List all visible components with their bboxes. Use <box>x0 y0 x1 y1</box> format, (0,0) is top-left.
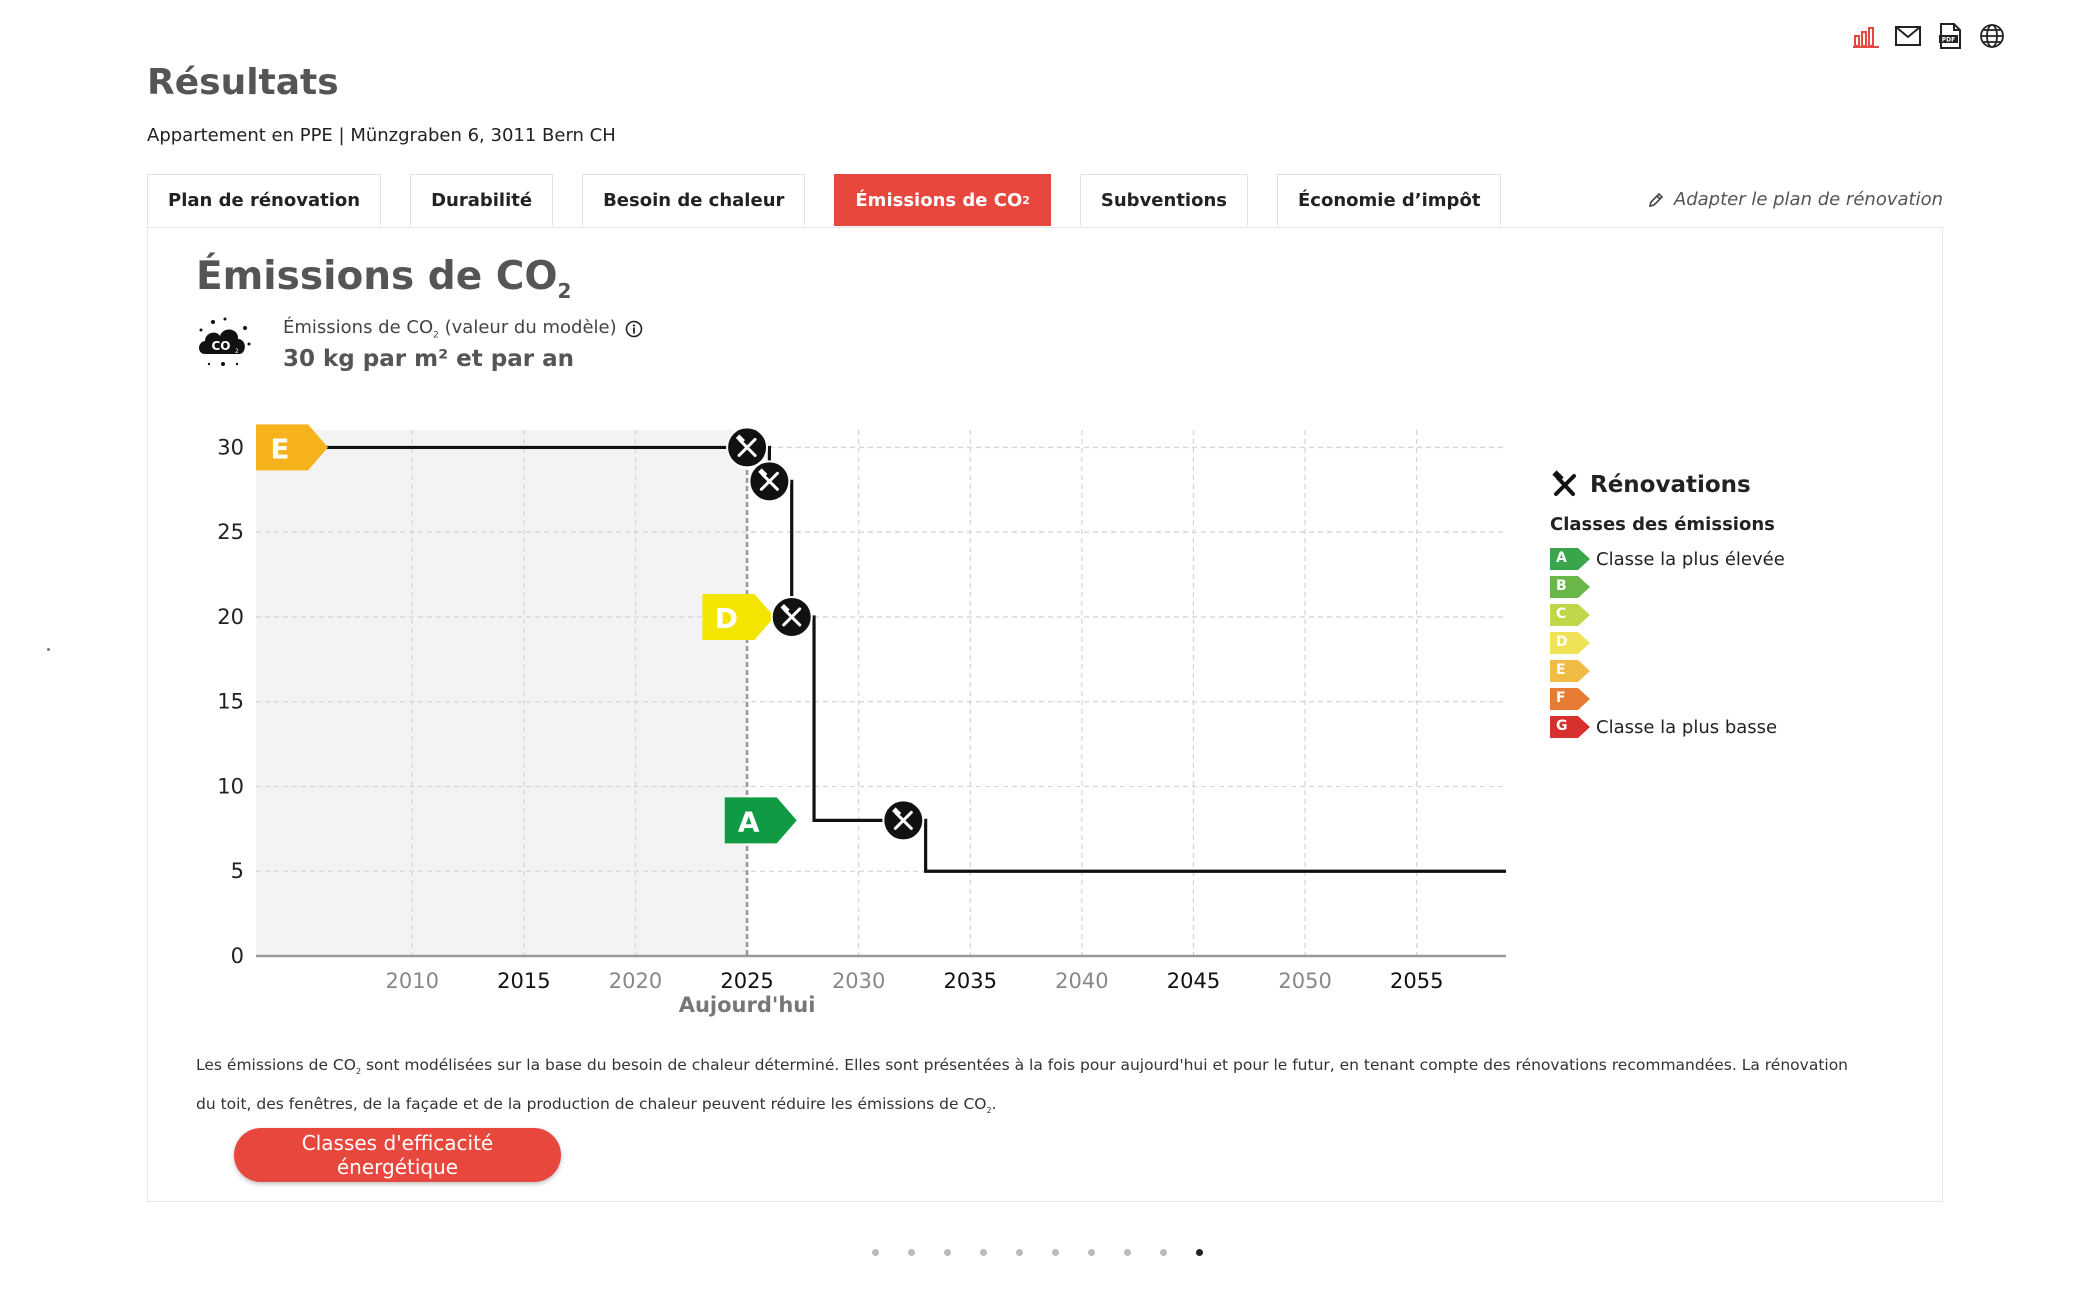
y-tick-label: 5 <box>231 859 244 883</box>
pagination-dot[interactable] <box>980 1249 987 1256</box>
pagination-dot[interactable] <box>1052 1249 1059 1256</box>
legend-class-arrow: B <box>1550 576 1590 598</box>
legend-class-f: F <box>1550 685 1850 713</box>
pagination-dot[interactable] <box>872 1249 879 1256</box>
pagination-dot[interactable] <box>1160 1249 1167 1256</box>
today-label: Aujourd'hui <box>679 993 816 1017</box>
legend-class-text: Classe la plus basse <box>1596 716 1778 738</box>
legend-class-e: E <box>1550 657 1850 685</box>
energy-classes-button[interactable]: Classes d'efficacité énergétique <box>234 1128 561 1182</box>
y-tick-label: 15 <box>217 690 244 714</box>
x-tick-label: 2045 <box>1167 969 1220 993</box>
pagination-dot[interactable] <box>1088 1249 1095 1256</box>
legend-class-letter: B <box>1556 578 1567 594</box>
legend-class-arrow: F <box>1550 688 1590 710</box>
x-tick-label: 2055 <box>1390 969 1443 993</box>
legend-class-g: G Classe la plus basse <box>1550 713 1850 741</box>
y-tick-label: 10 <box>217 774 244 798</box>
legend-class-arrow: A <box>1550 548 1590 570</box>
pagination-dots <box>872 1249 1203 1256</box>
pagination-dot[interactable] <box>1124 1249 1131 1256</box>
class-marker-a: A <box>724 797 797 844</box>
tools-icon <box>1552 470 1576 496</box>
legend-class-letter: A <box>1556 550 1567 566</box>
legend-class-letter: D <box>1556 634 1568 650</box>
legend-class-letter: F <box>1556 690 1566 706</box>
renovation-icon[interactable] <box>726 426 769 469</box>
renovation-icon[interactable] <box>748 460 791 503</box>
legend-class-letter: G <box>1556 718 1568 734</box>
note-text: sont modélisées sur la base du besoin de… <box>196 1056 1849 1114</box>
pagination-dot[interactable] <box>1016 1249 1023 1256</box>
legend-class-c: C <box>1550 601 1850 629</box>
legend-class-letter: C <box>1556 606 1567 622</box>
pagination-dot[interactable] <box>908 1249 915 1256</box>
legend-subtitle: Classes des émissions <box>1550 514 1775 535</box>
legend-class-letter: E <box>1556 662 1566 678</box>
class-marker-arrow <box>724 797 797 844</box>
x-tick-label: 2025 <box>720 969 773 993</box>
x-tick-label: 2040 <box>1055 969 1108 993</box>
legend-class-a: A Classe la plus élevée <box>1550 545 1850 573</box>
legend-class-arrow: E <box>1550 660 1590 682</box>
legend-class-list: A Classe la plus élevée B C D E F G Classe la pl… <box>1550 545 1850 741</box>
class-marker-d: D <box>702 593 775 640</box>
renovation-icon[interactable] <box>882 799 925 842</box>
x-tick-label: 2030 <box>832 969 885 993</box>
renovation-icon[interactable] <box>770 595 813 638</box>
legend-class-text: Classe la plus élevée <box>1596 548 1785 570</box>
explanation-note: Les émissions de CO2 sont modélisées sur… <box>196 1049 1856 1127</box>
x-tick-label: 2010 <box>386 969 439 993</box>
legend-class-b: B <box>1550 573 1850 601</box>
note-text: . <box>991 1095 997 1114</box>
class-marker-label: E <box>270 432 289 465</box>
x-tick-label: 2035 <box>944 969 997 993</box>
x-tick-label: 2015 <box>497 969 550 993</box>
y-tick-label: 0 <box>231 944 244 968</box>
pagination-dot[interactable] <box>944 1249 951 1256</box>
legend-title: Rénovations <box>1550 470 1850 500</box>
pagination-dot[interactable] <box>1196 1249 1203 1256</box>
x-tick-label: 2020 <box>609 969 662 993</box>
chart-legend: Rénovations Classes des émissions A Class… <box>1550 470 1850 741</box>
y-tick-label: 25 <box>217 520 244 544</box>
class-marker-arrow <box>702 593 775 640</box>
past-shaded-area <box>256 430 748 956</box>
legend-title-text: Rénovations <box>1590 472 1751 498</box>
legend-class-arrow: D <box>1550 632 1590 654</box>
stray-dot <box>47 648 50 651</box>
y-tick-label: 30 <box>217 435 244 459</box>
y-tick-label: 20 <box>217 605 244 629</box>
x-tick-label: 2050 <box>1278 969 1331 993</box>
legend-class-arrow: C <box>1550 604 1590 626</box>
class-marker-label: A <box>738 805 760 838</box>
legend-class-arrow: G <box>1550 716 1590 738</box>
class-marker-label: D <box>715 602 738 635</box>
legend-class-d: D <box>1550 629 1850 657</box>
note-text: Les émissions de CO <box>196 1056 356 1074</box>
